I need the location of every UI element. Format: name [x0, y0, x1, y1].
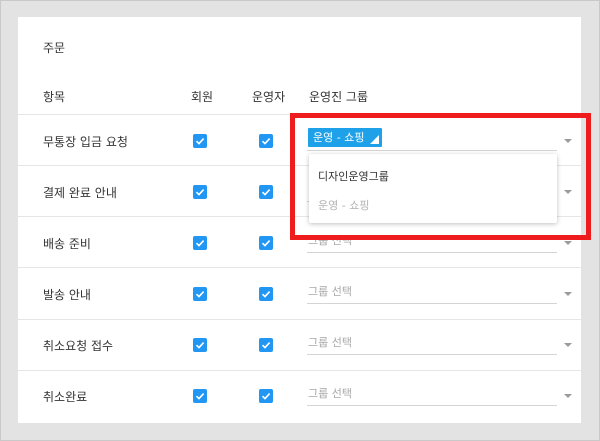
row-divider	[18, 370, 581, 371]
operator-checkbox[interactable]	[259, 236, 273, 250]
column-header-member: 회원	[191, 90, 214, 104]
check-icon	[261, 291, 271, 298]
member-checkbox[interactable]	[193, 185, 207, 199]
group-select-placeholder: 그룹 선택	[308, 336, 352, 349]
check-icon	[261, 240, 271, 247]
check-icon	[195, 240, 205, 247]
row-divider	[18, 319, 581, 320]
member-checkbox[interactable]	[193, 236, 207, 250]
row-label: 발송 안내	[43, 288, 91, 302]
operator-checkbox[interactable]	[259, 185, 273, 199]
check-icon	[195, 393, 205, 400]
check-icon	[195, 138, 205, 145]
group-select[interactable]: 그룹 선택	[307, 383, 557, 406]
operator-checkbox[interactable]	[259, 287, 273, 301]
check-icon	[195, 189, 205, 196]
check-icon	[261, 342, 271, 349]
check-icon	[261, 189, 271, 196]
caret-down-icon[interactable]	[564, 241, 572, 245]
row-label: 무통장 입금 요청	[43, 135, 128, 149]
group-select[interactable]: 그룹 선택	[307, 332, 557, 355]
group-select[interactable]: 그룹 선택	[307, 281, 557, 304]
highlight-box	[290, 113, 591, 240]
column-header-operator: 운영자	[252, 90, 286, 104]
check-icon	[261, 138, 271, 145]
column-header-operator-group: 운영진 그룹	[309, 90, 369, 104]
member-checkbox[interactable]	[193, 287, 207, 301]
row-divider	[18, 267, 581, 268]
check-icon	[195, 342, 205, 349]
row-label: 배송 준비	[43, 237, 91, 251]
caret-down-icon[interactable]	[564, 292, 572, 296]
row-label: 취소요청 접수	[43, 339, 114, 353]
section-title: 주문	[43, 41, 66, 55]
check-icon	[261, 393, 271, 400]
member-checkbox[interactable]	[193, 389, 207, 403]
group-select-placeholder: 그룹 선택	[308, 387, 352, 400]
row-label: 결제 완료 안내	[43, 186, 117, 200]
member-checkbox[interactable]	[193, 338, 207, 352]
operator-checkbox[interactable]	[259, 338, 273, 352]
member-checkbox[interactable]	[193, 134, 207, 148]
caret-down-icon[interactable]	[564, 343, 572, 347]
group-select-placeholder: 그룹 선택	[308, 285, 352, 298]
caret-down-icon[interactable]	[564, 394, 572, 398]
check-icon	[195, 291, 205, 298]
row-label: 취소완료	[43, 390, 88, 404]
operator-checkbox[interactable]	[259, 134, 273, 148]
operator-checkbox[interactable]	[259, 389, 273, 403]
column-header-item: 항목	[43, 90, 66, 104]
